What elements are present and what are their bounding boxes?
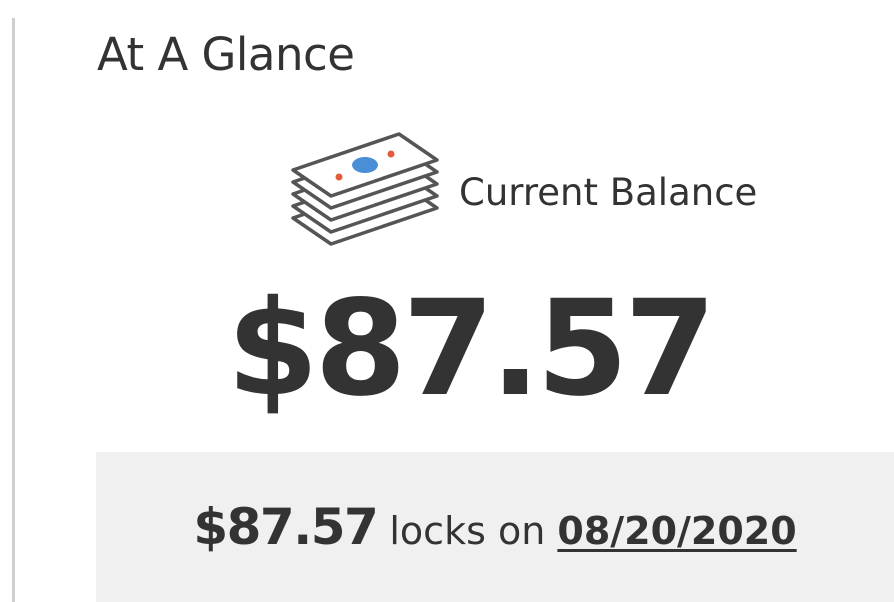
lock-amount: $87.57: [193, 498, 378, 556]
at-a-glance-card: At A Glance Current Balance $87.57 $87.5…: [15, 0, 894, 602]
card-title: At A Glance: [97, 28, 355, 81]
lock-date-link[interactable]: 08/20/2020: [557, 509, 796, 553]
current-balance-header: Current Balance: [287, 130, 757, 250]
money-stack-icon: [291, 132, 439, 246]
current-balance-label: Current Balance: [459, 170, 758, 214]
lock-info-strip: $87.57 locks on 08/20/2020: [96, 452, 894, 602]
lock-label: locks on: [389, 509, 546, 553]
current-balance-amount: $87.57: [226, 272, 716, 426]
lock-info-text: $87.57 locks on 08/20/2020: [96, 498, 894, 556]
